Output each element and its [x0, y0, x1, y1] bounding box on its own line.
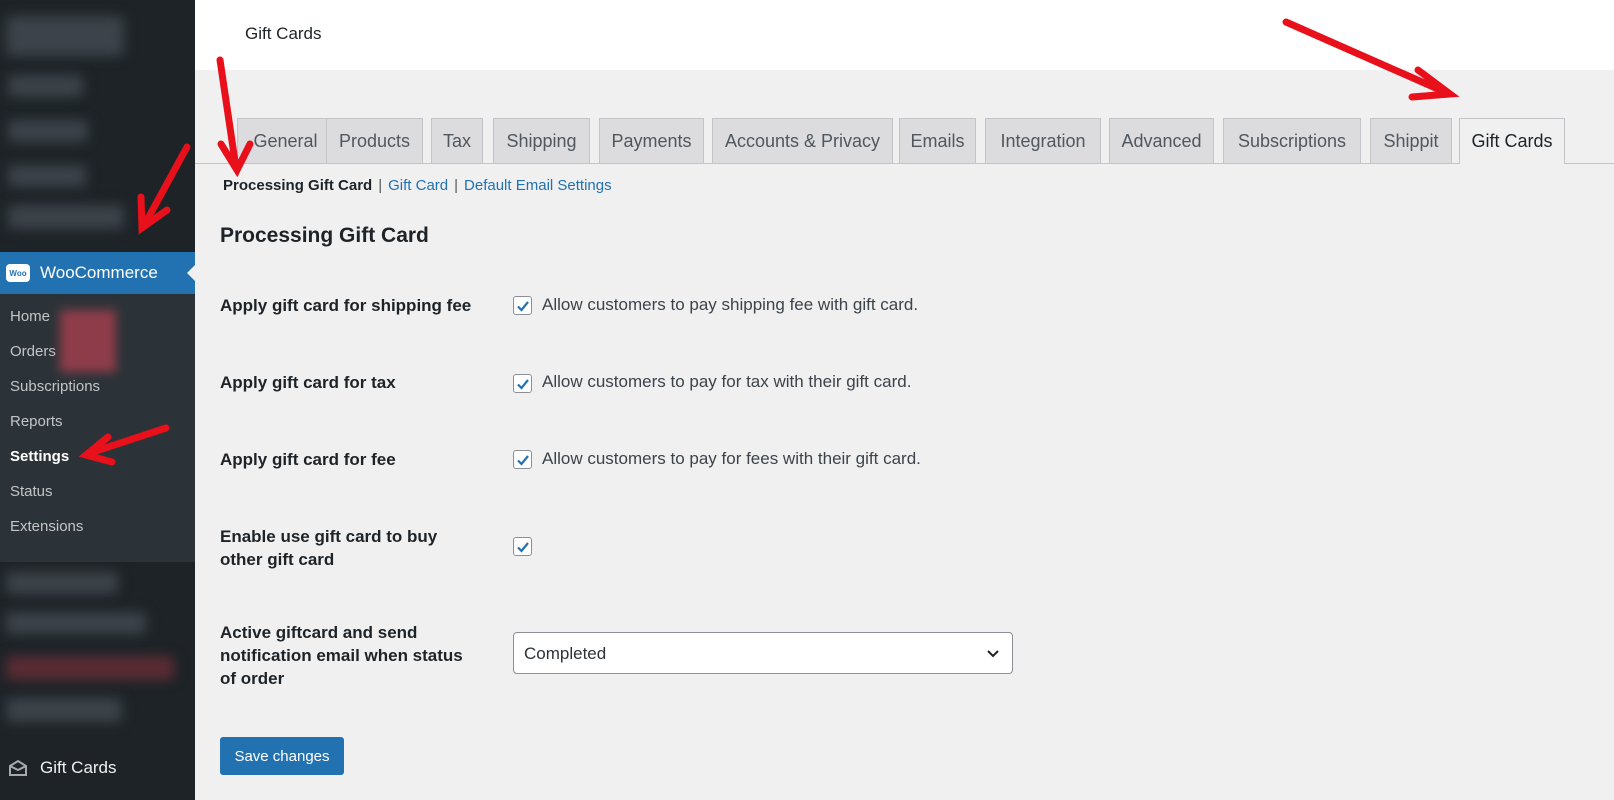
submenu-item-subscriptions[interactable]: Subscriptions	[0, 374, 195, 409]
tax-checkbox[interactable]	[513, 374, 532, 393]
sidebar-item-woocommerce[interactable]: Woo WooCommerce	[0, 252, 195, 294]
tab-shippit[interactable]: Shippit	[1370, 118, 1452, 163]
blurred-menu-item	[6, 16, 124, 56]
tab-integration[interactable]: Integration	[985, 118, 1101, 163]
tab-gift-cards[interactable]: Gift Cards	[1459, 118, 1565, 164]
setting-description: Allow customers to pay for tax with thei…	[542, 372, 912, 391]
setting-label-order-status: Active giftcard and send notification em…	[220, 623, 463, 688]
setting-description: Allow customers to pay for fees with the…	[542, 449, 921, 468]
select-value: Completed	[524, 644, 607, 663]
tab-subscriptions[interactable]: Subscriptions	[1223, 118, 1361, 163]
tab-advanced[interactable]: Advanced	[1109, 118, 1214, 163]
submenu-item-reports[interactable]: Reports	[0, 409, 195, 444]
blurred-menu-item	[8, 205, 124, 229]
checkmark-icon	[517, 455, 529, 466]
checkmark-icon	[517, 301, 529, 312]
tab-general[interactable]: General	[237, 118, 334, 163]
blurred-menu-item	[6, 612, 146, 634]
settings-tabs: General Products Tax Shipping Payments A…	[195, 118, 1614, 164]
page-header: Gift Cards	[195, 0, 1614, 70]
setting-label-fee: Apply gift card for fee	[220, 450, 396, 469]
blurred-menu-item	[6, 698, 122, 722]
subsection-nav: Processing Gift Card | Gift Card | Defau…	[223, 177, 612, 194]
subnav-separator: |	[378, 177, 383, 194]
woocommerce-icon: Woo	[6, 264, 30, 282]
buy-gift-card-checkbox[interactable]	[513, 537, 532, 556]
subnav-separator: |	[454, 177, 459, 194]
submenu-item-settings[interactable]: Settings	[0, 444, 195, 479]
checkmark-icon	[517, 542, 529, 553]
submenu-item-extensions[interactable]: Extensions	[0, 514, 195, 549]
blurred-menu-item	[8, 75, 83, 97]
subnav-link-gift-card[interactable]: Gift Card	[388, 177, 448, 194]
tab-tax[interactable]: Tax	[431, 118, 483, 163]
setting-label-shipping-fee: Apply gift card for shipping fee	[220, 296, 472, 315]
page-title: Gift Cards	[245, 24, 322, 43]
subnav-link-default-email-settings[interactable]: Default Email Settings	[464, 177, 612, 194]
shipping-fee-checkbox[interactable]	[513, 296, 532, 315]
blurred-menu-item	[6, 572, 118, 594]
setting-description: Allow customers to pay shipping fee with…	[542, 295, 919, 314]
section-title: Processing Gift Card	[220, 224, 429, 247]
blurred-menu-item	[8, 120, 88, 142]
sidebar-item-gift-cards[interactable]: Gift Cards	[0, 750, 195, 786]
setting-label-buy-gift-card: Enable use gift card to buy other gift c…	[220, 527, 438, 569]
checkmark-icon	[517, 379, 529, 390]
admin-sidebar: Woo WooCommerce Home Orders Subscription…	[0, 0, 195, 800]
tab-accounts-privacy[interactable]: Accounts & Privacy	[712, 118, 893, 163]
gift-card-icon	[9, 759, 27, 776]
fee-checkbox[interactable]	[513, 450, 532, 469]
tab-emails[interactable]: Emails	[899, 118, 976, 163]
sidebar-item-label: Gift Cards	[40, 758, 117, 777]
tab-shipping[interactable]: Shipping	[493, 118, 590, 163]
tab-payments[interactable]: Payments	[599, 118, 704, 163]
subnav-current: Processing Gift Card	[223, 177, 373, 194]
blurred-menu-item	[8, 165, 86, 187]
submenu-item-status[interactable]: Status	[0, 479, 195, 514]
order-status-select[interactable]: Completed	[513, 632, 1013, 674]
save-changes-button[interactable]: Save changes	[220, 737, 344, 775]
setting-label-tax: Apply gift card for tax	[220, 373, 396, 392]
blurred-menu-item	[6, 656, 174, 680]
sidebar-item-label: WooCommerce	[40, 263, 158, 282]
blurred-badge	[60, 310, 116, 372]
chevron-down-icon	[987, 650, 999, 658]
tab-products[interactable]: Products	[326, 118, 423, 163]
